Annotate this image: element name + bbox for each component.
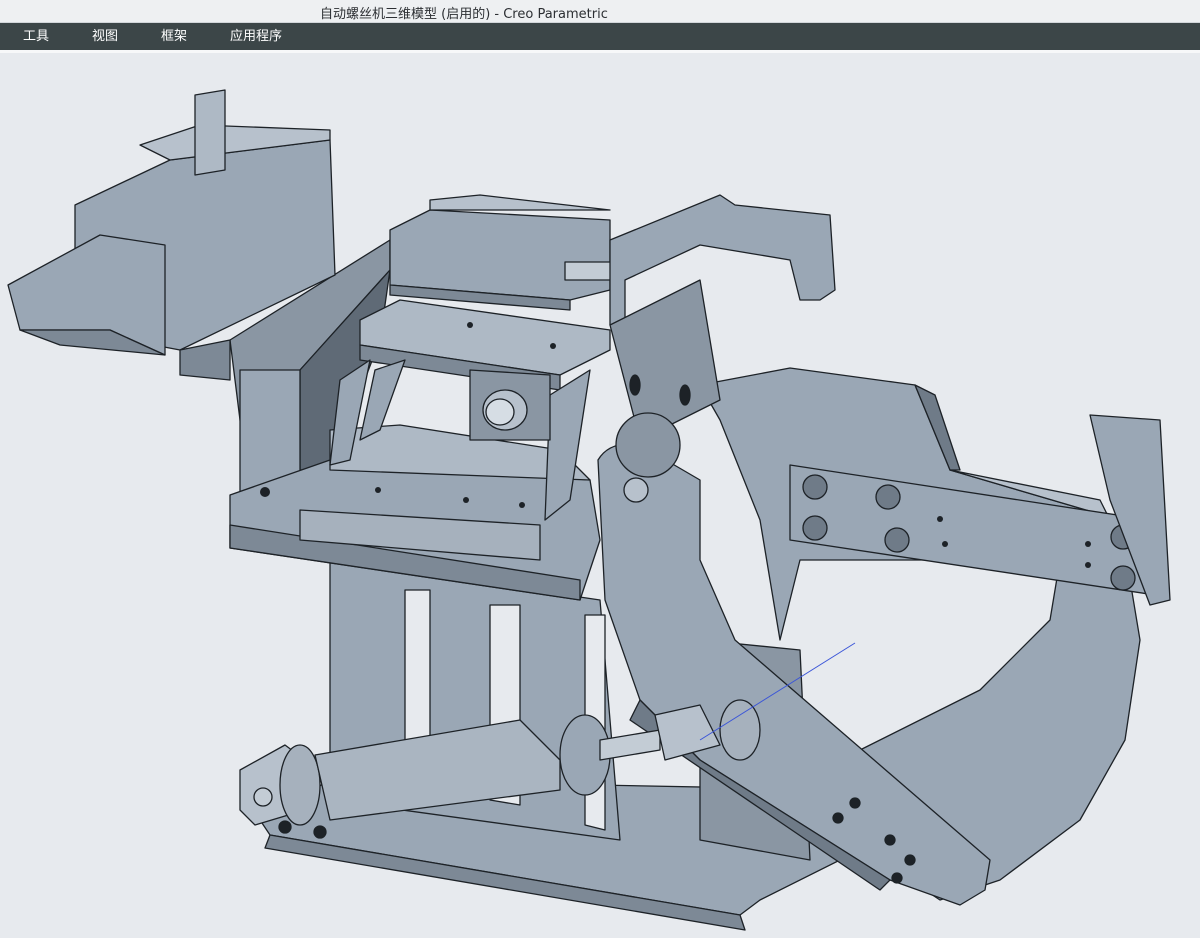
top-slide-cylinder (389, 194, 621, 311)
graphics-viewport[interactable] (0, 53, 1200, 938)
menu-item-view[interactable]: 视图 (92, 23, 118, 50)
window-titlebar: 自动螺丝机三维模型 (启用的) - Creo Parametric (0, 0, 1200, 23)
menu-item-frame[interactable]: 框架 (161, 23, 187, 50)
menu-bar: 工具 视图 框架 应用程序 (0, 23, 1200, 50)
model-3d-view[interactable] (0, 53, 1200, 938)
window-title: 自动螺丝机三维模型 (启用的) - Creo Parametric (320, 7, 608, 22)
menu-item-tools[interactable]: 工具 (23, 23, 49, 50)
menu-item-applications[interactable]: 应用程序 (230, 23, 282, 50)
